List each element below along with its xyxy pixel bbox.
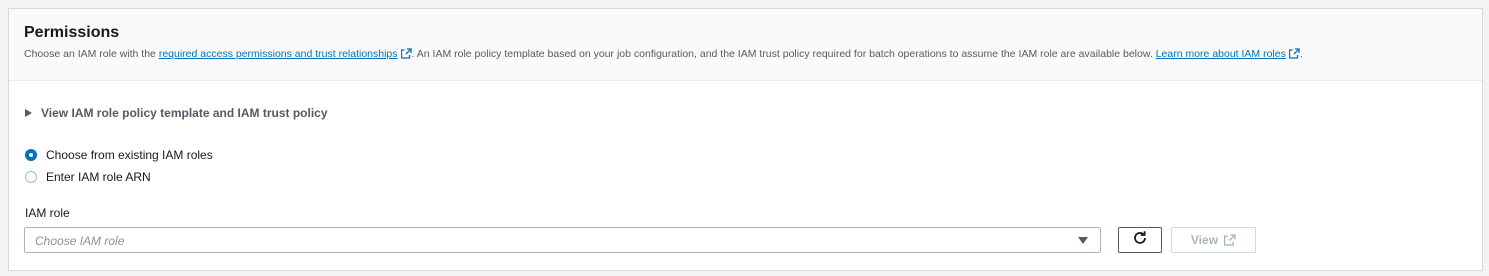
policy-template-expander[interactable]: View IAM role policy template and IAM tr… (25, 106, 328, 120)
caret-right-icon (25, 109, 32, 117)
required-access-link[interactable]: required access permissions and trust re… (159, 48, 398, 60)
external-link-icon (1224, 234, 1236, 246)
view-button[interactable]: View (1171, 227, 1256, 253)
radio-label: Enter IAM role ARN (46, 170, 151, 184)
learn-more-iam-roles-link[interactable]: Learn more about IAM roles (1156, 48, 1286, 60)
radio-button[interactable] (25, 171, 37, 183)
radio-choose-existing-role[interactable]: Choose from existing IAM roles (25, 148, 213, 162)
refresh-button[interactable] (1118, 227, 1162, 253)
iam-role-placeholder: Choose IAM role (35, 234, 125, 248)
view-button-label: View (1190, 233, 1219, 247)
refresh-icon (1132, 230, 1148, 251)
iam-role-label: IAM role (25, 206, 70, 220)
iam-role-select[interactable]: Choose IAM role (24, 227, 1101, 253)
panel-description: Choose an IAM role with the required acc… (24, 48, 1303, 60)
radio-label: Choose from existing IAM roles (46, 148, 213, 162)
panel-header: Permissions Choose an IAM role with the … (9, 9, 1482, 81)
description-text-1: Choose an IAM role with the (24, 48, 159, 60)
caret-down-icon (1078, 237, 1088, 244)
external-link-icon (1288, 48, 1300, 59)
description-text-2: . An IAM role policy template based on y… (411, 48, 1156, 60)
description-text-3: . (1299, 48, 1303, 60)
external-link-icon (400, 48, 412, 59)
panel-title: Permissions (24, 24, 120, 41)
expander-label: View IAM role policy template and IAM tr… (41, 106, 328, 120)
radio-enter-role-arn[interactable]: Enter IAM role ARN (25, 170, 151, 184)
radio-button-selected[interactable] (25, 149, 37, 161)
permissions-panel: Permissions Choose an IAM role with the … (8, 8, 1483, 271)
